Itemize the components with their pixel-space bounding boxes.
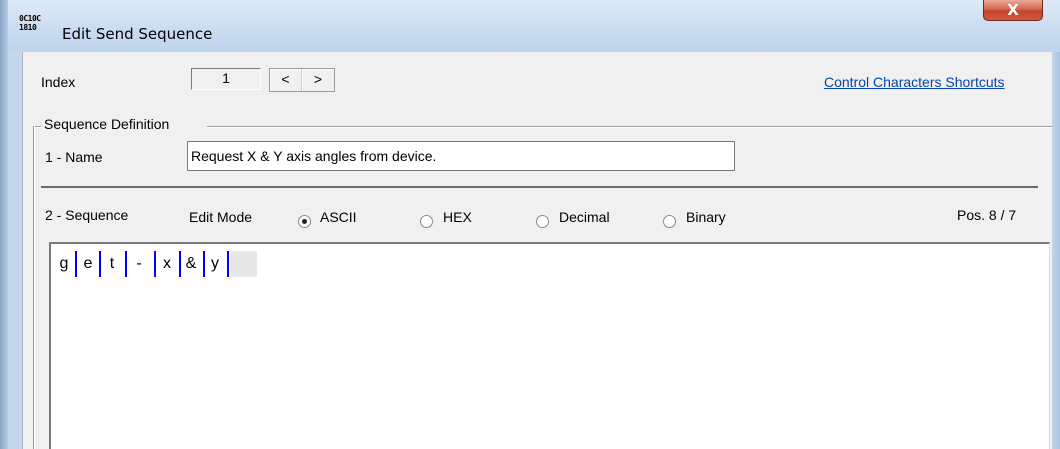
radio-binary-label[interactable]: Binary [686, 209, 726, 225]
close-button[interactable]: X [983, 0, 1043, 21]
char-cell[interactable]: t [102, 251, 122, 277]
close-icon: X [1007, 1, 1019, 19]
sequence-definition-group-label: Sequence Definition [43, 116, 171, 132]
window-title: Edit Send Sequence [62, 25, 213, 43]
char-separator [227, 251, 229, 277]
radio-hex[interactable] [420, 215, 433, 228]
char-cell[interactable]: & [181, 251, 201, 277]
name-label: 1 - Name [45, 149, 103, 165]
dialog-window: 0C10C 1810 Edit Send Sequence X Index 1 … [0, 0, 1060, 449]
sequence-editor[interactable]: g e t - x & y [49, 242, 1050, 449]
prev-index-button[interactable]: < [270, 69, 302, 91]
section-divider [41, 186, 1038, 188]
char-separator [75, 251, 77, 277]
insertion-cell[interactable] [230, 251, 257, 277]
radio-decimal[interactable] [536, 215, 549, 228]
char-cell[interactable]: x [157, 251, 177, 277]
char-cell[interactable]: e [78, 251, 98, 277]
group-border-left [33, 126, 35, 449]
next-index-button[interactable]: > [302, 69, 334, 91]
group-border-top-right [207, 126, 1053, 128]
chevron-right-icon: > [313, 71, 323, 87]
index-field[interactable]: 1 [191, 68, 261, 90]
control-characters-shortcuts-link[interactable]: Control Characters Shortcuts [824, 74, 1005, 90]
radio-decimal-label[interactable]: Decimal [559, 209, 610, 225]
char-cell[interactable]: y [205, 251, 225, 277]
index-nav-group: < > [269, 68, 335, 92]
edit-mode-label: Edit Mode [189, 209, 253, 225]
radio-ascii-label[interactable]: ASCII [320, 209, 357, 225]
char-cell[interactable]: - [129, 251, 149, 277]
index-label: Index [41, 74, 76, 90]
char-cell[interactable]: g [54, 251, 74, 277]
radio-binary[interactable] [663, 215, 676, 228]
dialog-client-area: Index 1 < > Control Characters Shortcuts… [22, 52, 1053, 449]
window-frame-right [1052, 52, 1060, 449]
char-separator [99, 251, 101, 277]
chevron-left-icon: < [281, 71, 290, 87]
char-separator [154, 251, 156, 277]
radio-ascii[interactable] [298, 215, 311, 228]
position-indicator: Pos. 8 / 7 [957, 207, 1017, 223]
char-separator [125, 251, 127, 277]
window-frame-left [0, 0, 8, 449]
name-input[interactable] [187, 141, 735, 171]
radio-hex-label[interactable]: HEX [443, 209, 472, 225]
sequence-label: 2 - Sequence [45, 207, 129, 223]
app-icon: 0C10C 1810 [19, 14, 41, 32]
title-bar[interactable]: 0C10C 1810 Edit Send Sequence X [8, 0, 1060, 52]
